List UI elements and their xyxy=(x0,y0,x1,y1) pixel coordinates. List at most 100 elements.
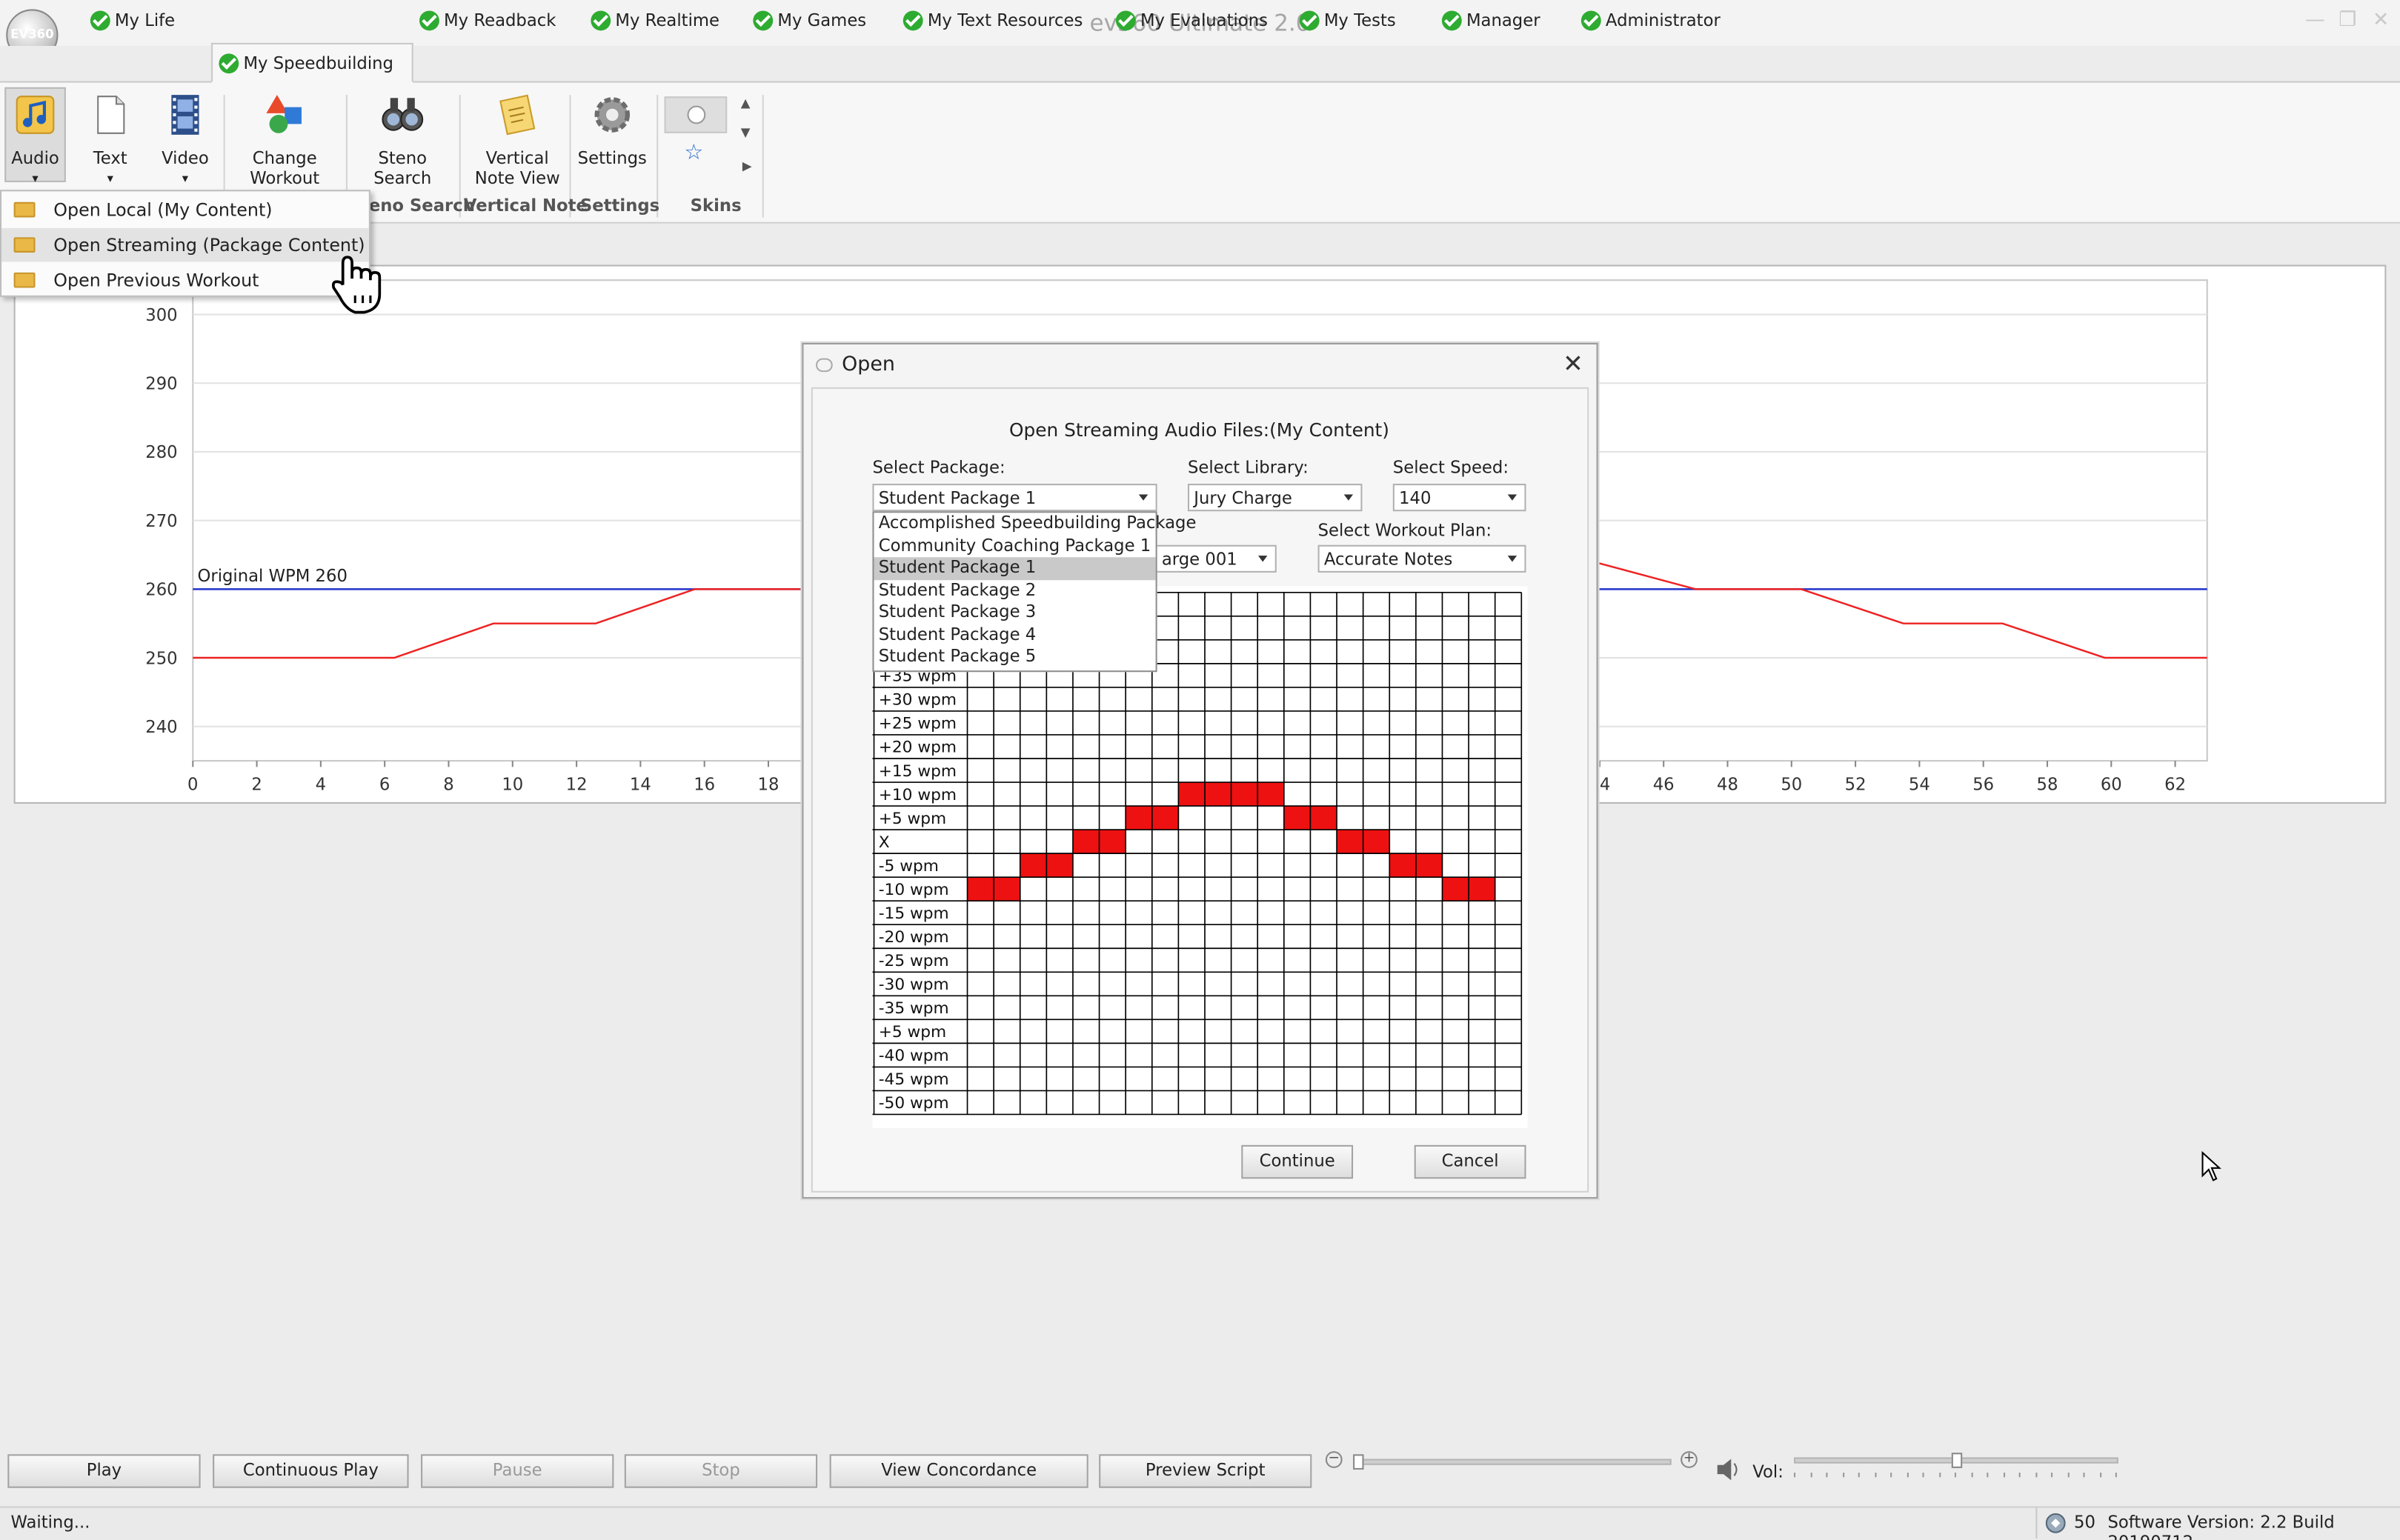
x-tick-label: 2 xyxy=(251,775,262,794)
grid-cell-filled[interactable] xyxy=(1442,877,1469,901)
package-option[interactable]: Student Package 5 xyxy=(874,646,1156,668)
x-tick-label: 54 xyxy=(1909,775,1930,794)
y-tick-label: 240 xyxy=(145,718,177,737)
speed-select[interactable]: 140 xyxy=(1392,484,1526,512)
volume-tick xyxy=(2083,1473,2085,1478)
select-package-label: Select Package: xyxy=(872,457,1005,478)
grid-row-label: -35 wpm xyxy=(879,999,949,1018)
chevron-down-icon[interactable] xyxy=(1500,485,1524,510)
grid-row-label: -5 wpm xyxy=(879,857,939,876)
package-option[interactable]: Student Package 2 xyxy=(874,579,1156,601)
grid-cell-filled[interactable] xyxy=(1205,782,1231,807)
x-tick-label: 18 xyxy=(758,775,779,794)
grid-row-label: +10 wpm xyxy=(879,786,957,804)
grid-cell-filled[interactable] xyxy=(967,877,994,901)
menu-open-previous-workout[interactable]: Open Previous Workout xyxy=(1,263,369,296)
chevron-down-icon[interactable] xyxy=(1500,547,1524,571)
package-option[interactable]: Community Coaching Package 1 xyxy=(874,535,1156,557)
grid-row-label: -20 wpm xyxy=(879,928,949,947)
y-tick-label: 280 xyxy=(145,443,177,462)
x-tick-label: 0 xyxy=(187,775,198,794)
grid-cell-filled[interactable] xyxy=(1151,806,1179,830)
dialog-heading: Open Streaming Audio Files:(My Content) xyxy=(1009,419,1389,441)
speaker-icon[interactable] xyxy=(1715,1456,1745,1483)
grid-cell-filled[interactable] xyxy=(1415,853,1443,878)
continue-button[interactable]: Continue xyxy=(1241,1144,1354,1179)
grid-cell-filled[interactable] xyxy=(1126,806,1152,830)
pause-button[interactable]: Pause xyxy=(421,1454,614,1488)
menu-open-local[interactable]: Open Local (My Content) xyxy=(1,193,369,226)
speed-slider-thumb[interactable] xyxy=(1353,1454,1364,1470)
speed-slider-track[interactable] xyxy=(1353,1459,1672,1465)
grid-row-label: +25 wpm xyxy=(879,715,957,733)
package-option[interactable]: Accomplished Speedbuilding Package xyxy=(874,513,1197,535)
package-option-selected[interactable]: Student Package 1 xyxy=(874,557,1156,580)
dialog-close-icon[interactable]: ✕ xyxy=(1563,349,1583,378)
reference-line-label: Original WPM 260 xyxy=(197,567,347,586)
dialog-app-icon xyxy=(816,358,833,373)
status-divider xyxy=(2035,1507,2038,1539)
grid-cell-filled[interactable] xyxy=(1020,853,1047,878)
x-tick-label: 60 xyxy=(2101,775,2122,794)
grid-cell-filled[interactable] xyxy=(1231,782,1258,807)
package-option[interactable]: Student Package 3 xyxy=(874,601,1156,624)
volume-tick xyxy=(1970,1473,1972,1478)
view-concordance-button[interactable]: View Concordance xyxy=(829,1454,1088,1488)
grid-row-label: -50 wpm xyxy=(879,1094,949,1113)
grid-cell-filled[interactable] xyxy=(1363,830,1390,854)
grid-cell-filled[interactable] xyxy=(1072,830,1100,854)
x-tick-label: 46 xyxy=(1653,775,1675,794)
select-workout-plan-label: Select Workout Plan: xyxy=(1317,520,1492,541)
zoom-out-icon[interactable]: − xyxy=(1325,1451,1343,1468)
grid-row-label: -10 wpm xyxy=(879,881,949,899)
grid-row-label: -30 wpm xyxy=(879,976,949,994)
dialog-title-bar: Open ✕ xyxy=(803,344,1596,387)
chevron-down-icon[interactable] xyxy=(1131,485,1156,510)
workout-plan-select[interactable]: Accurate Notes xyxy=(1317,544,1526,573)
menu-open-streaming[interactable]: Open Streaming (Package Content) xyxy=(1,227,369,262)
play-button[interactable]: Play xyxy=(7,1454,201,1488)
volume-ticks xyxy=(1794,1473,2118,1479)
preview-script-button[interactable]: Preview Script xyxy=(1099,1454,1312,1488)
hand-cursor-icon xyxy=(331,256,382,314)
x-tick-label: 10 xyxy=(502,775,523,794)
arrow-cursor-icon xyxy=(2201,1151,2221,1181)
x-tick-label: 6 xyxy=(379,775,390,794)
grid-cell-filled[interactable] xyxy=(1283,806,1311,830)
chevron-down-icon[interactable] xyxy=(1336,485,1360,510)
zoom-in-icon[interactable]: + xyxy=(1681,1451,1698,1468)
grid-cell-filled[interactable] xyxy=(1469,877,1495,901)
grid-cell-filled[interactable] xyxy=(1337,830,1363,854)
package-select[interactable]: Student Package 1 xyxy=(872,484,1157,512)
grid-cell-filled[interactable] xyxy=(994,877,1020,901)
grid-row-label: -15 wpm xyxy=(879,904,949,923)
y-tick-label: 250 xyxy=(145,649,177,668)
status-text: Waiting... xyxy=(10,1512,90,1533)
grid-row-label: -45 wpm xyxy=(879,1070,949,1089)
cancel-button[interactable]: Cancel xyxy=(1414,1144,1526,1179)
stop-button[interactable]: Stop xyxy=(624,1454,818,1488)
volume-tick xyxy=(2051,1473,2053,1478)
select-library-label: Select Library: xyxy=(1187,457,1309,478)
volume-tick xyxy=(2018,1473,2021,1478)
package-option[interactable]: Student Package 4 xyxy=(874,624,1156,646)
dialog-title: Open xyxy=(842,353,895,377)
audio-dropdown-menu: Open Local (My Content) Open Streaming (… xyxy=(0,190,370,297)
x-tick-label: 12 xyxy=(566,775,588,794)
volume-tick xyxy=(1906,1473,1908,1478)
grid-cell-filled[interactable] xyxy=(1257,782,1284,807)
grid-cell-filled[interactable] xyxy=(1310,806,1337,830)
grid-cell-filled[interactable] xyxy=(1046,853,1073,878)
continuous-play-button[interactable]: Continuous Play xyxy=(213,1454,409,1488)
x-tick-label: 56 xyxy=(1972,775,1994,794)
x-tick-label: 50 xyxy=(1781,775,1802,794)
chevron-down-icon[interactable] xyxy=(1251,547,1275,571)
volume-slider-thumb[interactable] xyxy=(1951,1453,1963,1468)
package-options-list: Accomplished Speedbuilding Package Commu… xyxy=(872,511,1197,673)
grid-cell-filled[interactable] xyxy=(1389,853,1416,878)
grid-cell-filled[interactable] xyxy=(1099,830,1126,854)
grid-cell-filled[interactable] xyxy=(1178,782,1206,807)
select-speed-label: Select Speed: xyxy=(1392,457,1509,478)
library-select[interactable]: Jury Charge xyxy=(1187,484,1363,512)
y-tick-label: 300 xyxy=(145,306,177,325)
